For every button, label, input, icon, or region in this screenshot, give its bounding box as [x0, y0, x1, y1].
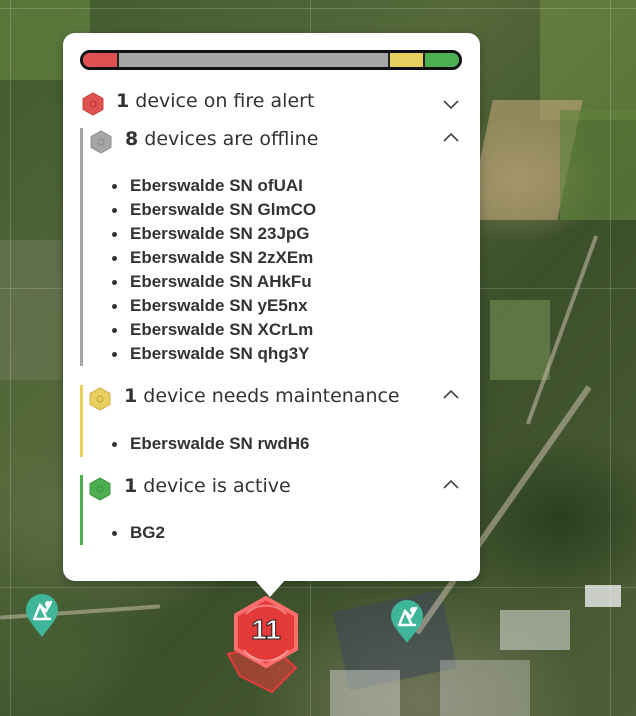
status-bar-segment-fire — [83, 53, 119, 67]
map-field — [560, 110, 636, 220]
offline-group-bar — [80, 128, 83, 366]
building-block — [500, 610, 570, 650]
building-block — [330, 670, 400, 716]
fire-alert-group[interactable]: 1 device on fire alert — [80, 90, 465, 120]
chevron-down-icon[interactable] — [442, 98, 460, 110]
active-count: 1 — [124, 475, 138, 497]
maintenance-device-list: Eberswalde SN rwdH6 — [110, 432, 310, 456]
maintenance-group: 1 device needs maintenance Eberswalde SN… — [80, 385, 465, 457]
building-block — [440, 660, 530, 716]
status-bar-segment-offline — [118, 53, 390, 67]
device-list-item[interactable]: Eberswalde SN AHkFu — [110, 270, 316, 294]
active-group-bar — [80, 475, 83, 545]
status-distribution-bar — [80, 50, 462, 70]
device-list-item[interactable]: Eberswalde SN XCrLm — [110, 318, 316, 342]
map-gridline — [0, 587, 636, 588]
device-cluster-marker[interactable]: 11 — [226, 595, 306, 696]
maintenance-count: 1 — [124, 385, 138, 407]
active-label: device is active — [143, 475, 291, 497]
offline-group: 8 devices are offline Eberswalde SN ofUA… — [80, 128, 465, 366]
device-list-item[interactable]: Eberswalde SN rwdH6 — [110, 432, 310, 456]
map-field — [490, 300, 550, 380]
fire-alert-label: device on fire alert — [135, 90, 315, 112]
offline-device-list: Eberswalde SN ofUAI Eberswalde SN GlmCO … — [110, 174, 316, 366]
cluster-hexagon-icon — [226, 595, 298, 694]
map-gridline — [0, 8, 636, 9]
building-block — [585, 585, 621, 607]
status-bar-segment-active — [425, 53, 459, 67]
device-list-item[interactable]: Eberswalde SN GlmCO — [110, 198, 316, 222]
fire-alert-heading: 1 device on fire alert — [116, 90, 314, 112]
device-list-item[interactable]: Eberswalde SN qhg3Y — [110, 342, 316, 366]
maintenance-label: device needs maintenance — [143, 385, 400, 407]
device-list-item[interactable]: Eberswalde SN ofUAI — [110, 174, 316, 198]
radar-sensor-pin-icon[interactable] — [389, 598, 425, 644]
popup-tail — [254, 579, 286, 597]
device-list-item[interactable]: Eberswalde SN 2zXEm — [110, 246, 316, 270]
map-gridline — [10, 0, 11, 716]
maintenance-hexagon-icon — [89, 387, 111, 411]
chevron-up-icon[interactable] — [442, 132, 460, 144]
offline-heading[interactable]: 8 devices are offline — [125, 128, 318, 150]
chevron-up-icon[interactable] — [442, 389, 460, 401]
maintenance-heading[interactable]: 1 device needs maintenance — [124, 385, 400, 407]
fire-hexagon-icon — [82, 92, 104, 116]
maintenance-group-bar — [80, 385, 83, 457]
offline-count: 8 — [125, 128, 139, 150]
active-hexagon-icon — [89, 477, 111, 501]
device-list-item[interactable]: Eberswalde SN 23JpG — [110, 222, 316, 246]
active-heading[interactable]: 1 device is active — [124, 475, 291, 497]
radar-sensor-pin-icon[interactable] — [24, 592, 60, 638]
chevron-up-icon[interactable] — [442, 479, 460, 491]
map-gridline — [610, 0, 611, 716]
cluster-count: 11 — [251, 614, 282, 646]
offline-label: devices are offline — [144, 128, 319, 150]
status-bar-segment-maintenance — [389, 53, 426, 67]
fire-alert-count: 1 — [116, 90, 130, 112]
active-device-list: BG2 — [110, 521, 165, 545]
active-group: 1 device is active BG2 — [80, 475, 465, 545]
device-list-item[interactable]: Eberswalde SN yE5nx — [110, 294, 316, 318]
device-list-item[interactable]: BG2 — [110, 521, 165, 545]
offline-hexagon-icon — [90, 130, 112, 154]
